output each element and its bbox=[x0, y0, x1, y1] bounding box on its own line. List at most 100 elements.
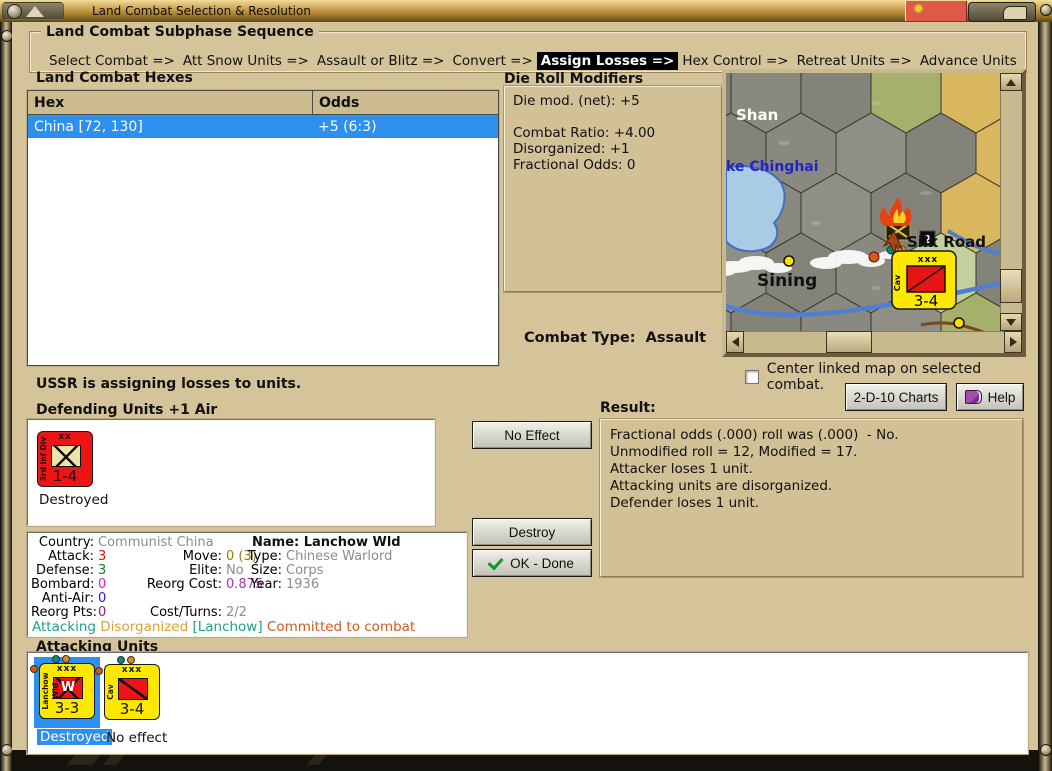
scroll-down-button[interactable] bbox=[1000, 313, 1022, 331]
col-hex[interactable]: Hex bbox=[28, 95, 312, 111]
help-button[interactable]: Help bbox=[956, 383, 1024, 411]
combat-type-value: Assault bbox=[645, 330, 707, 346]
hex-table-header: Hex Odds bbox=[28, 91, 498, 115]
map-label-silk-road: Silk Road bbox=[907, 233, 986, 251]
status-dot-rust bbox=[95, 667, 103, 675]
scroll-right-button[interactable] bbox=[1004, 331, 1022, 353]
result-panel: Fractional odds (.000) roll was (.000) -… bbox=[600, 419, 1023, 577]
help-book-icon bbox=[964, 390, 982, 404]
status-disorganized: Disorganized bbox=[100, 619, 189, 635]
map-canvas[interactable]: 2 xxx 3-4 Cav Shan ke Chinghai Sining Si… bbox=[726, 73, 1000, 331]
die-mod-line: Die mod. (net): +5 bbox=[513, 93, 640, 109]
phase-select-combat[interactable]: Select Combat => bbox=[45, 52, 179, 70]
result-line: Attacking units are disorganized. bbox=[610, 478, 833, 494]
screw-icon bbox=[7, 3, 22, 19]
destroy-button[interactable]: Destroy bbox=[472, 518, 592, 546]
country-label: Country: bbox=[38, 535, 94, 550]
map-horizontal-scrollbar[interactable] bbox=[726, 331, 1022, 353]
costturns-value: 2/2 bbox=[226, 605, 247, 620]
city-dot bbox=[953, 317, 965, 329]
unit-state-label: No effect bbox=[106, 730, 168, 746]
hex-table-title: Land Combat Hexes bbox=[36, 70, 193, 86]
defending-units-box: xx 1-4 3rd Inf Div Destroyed bbox=[27, 419, 435, 526]
screw-icon bbox=[1040, 744, 1052, 756]
phase-convert[interactable]: Convert => bbox=[448, 52, 536, 70]
screw-icon bbox=[1040, 4, 1052, 16]
antiair-label: Anti-Air: bbox=[41, 591, 94, 606]
combat-type-label: Combat Type: bbox=[524, 330, 636, 346]
status-dot-rust bbox=[30, 665, 38, 673]
attacking-units-box: xxx W 3-3 Lanchow Wld Destroyed xxx 3-4 … bbox=[27, 652, 1028, 754]
no-effect-label: No Effect bbox=[504, 427, 560, 443]
defense-label: Defense: bbox=[36, 563, 94, 578]
reorgpts-value: 0 bbox=[98, 605, 107, 620]
elite-label: Elite: bbox=[189, 563, 222, 578]
right-frame-rail bbox=[1038, 22, 1052, 771]
infantry-symbol bbox=[51, 445, 81, 467]
phase-hex-control[interactable]: Hex Control => bbox=[678, 52, 792, 70]
no-effect-button[interactable]: No Effect bbox=[472, 421, 592, 449]
unit-info-panel: Country: Communist China Attack: 3 Defense… bbox=[27, 532, 467, 637]
reorgcost-label: Reorg Cost: bbox=[146, 577, 222, 592]
costturns-label: Cost/Turns: bbox=[150, 605, 222, 620]
horizontal-scroll-thumb[interactable] bbox=[826, 331, 872, 353]
ok-done-label: OK - Done bbox=[510, 555, 574, 571]
destroy-label: Destroy bbox=[508, 524, 556, 540]
disorganized-line: Disorganized: +1 bbox=[513, 141, 630, 157]
unit-size: xxx bbox=[918, 255, 938, 265]
bombard-label: Bombard: bbox=[31, 577, 95, 592]
map-unit-counter[interactable]: xxx 3-4 Cav bbox=[891, 250, 957, 310]
phase-assault-or-blitz[interactable]: Assault or Blitz => bbox=[313, 52, 449, 70]
map-vertical-scrollbar[interactable] bbox=[1000, 73, 1022, 331]
city-dot-sining bbox=[783, 255, 795, 267]
window-title: Land Combat Selection & Resolution bbox=[92, 4, 311, 18]
help-button-label: Help bbox=[987, 389, 1016, 405]
table-row[interactable]: China [72, 130] +5 (6:3) bbox=[28, 115, 498, 138]
status-committed: Committed to combat bbox=[266, 619, 416, 635]
scroll-left-button[interactable] bbox=[726, 331, 744, 353]
subphase-list: Select Combat => Att Snow Units => Assau… bbox=[45, 52, 1017, 70]
phase-att-snow-units[interactable]: Att Snow Units => bbox=[179, 52, 313, 70]
country-value: Communist China bbox=[98, 535, 214, 550]
reorgpts-label: Reorg Pts: bbox=[31, 605, 97, 620]
year-label: Year: bbox=[250, 577, 282, 592]
lake-shape bbox=[726, 165, 786, 253]
year-value: 1936 bbox=[286, 577, 320, 592]
phase-advance-units[interactable]: Advance Units bbox=[916, 52, 1021, 70]
status-dot-teal bbox=[117, 656, 125, 664]
bombard-value: 0 bbox=[98, 577, 107, 592]
linked-map[interactable]: 2 xxx 3-4 Cav Shan ke Chinghai Sining Si… bbox=[722, 69, 1026, 357]
defense-value: 3 bbox=[98, 563, 107, 578]
window-menu-buttons[interactable] bbox=[2, 2, 64, 20]
name-label: Name: bbox=[252, 535, 300, 550]
result-line: Unmodified roll = 12, Modified = 17. bbox=[610, 444, 858, 460]
status-dot-orange bbox=[127, 656, 135, 664]
attacking-unit-counter-1[interactable]: xxx W 3-3 Lanchow Wld bbox=[39, 663, 95, 719]
phase-assign-losses[interactable]: Assign Losses => bbox=[536, 52, 679, 70]
left-frame-rail bbox=[0, 22, 12, 771]
ussr-flag bbox=[905, 1, 967, 21]
attacking-unit-counter-2[interactable]: xxx 3-4 Cav bbox=[104, 664, 160, 720]
scroll-up-button[interactable] bbox=[1000, 73, 1022, 91]
cavalry-symbol bbox=[118, 678, 148, 700]
combat-type: Combat Type: Assault bbox=[524, 330, 706, 346]
defending-unit-counter[interactable]: xx 1-4 3rd Inf Div bbox=[37, 431, 93, 487]
map-label-shan: Shan bbox=[736, 106, 778, 124]
name-value: Lanchow Wld bbox=[303, 535, 401, 550]
vertical-scroll-thumb[interactable] bbox=[1000, 269, 1022, 303]
col-odds[interactable]: Odds bbox=[312, 91, 498, 114]
check-icon bbox=[487, 553, 504, 570]
result-title: Result: bbox=[600, 400, 656, 416]
fractional-odds-line: Fractional Odds: 0 bbox=[513, 157, 636, 173]
odds-cell: +5 (6:3) bbox=[318, 118, 377, 135]
hex-table: Hex Odds China [72, 130] +5 (6:3) bbox=[27, 90, 499, 366]
phase-retreat-units[interactable]: Retreat Units => bbox=[793, 52, 916, 70]
center-map-checkbox[interactable] bbox=[745, 370, 759, 384]
charts-button[interactable]: 2-D-10 Charts bbox=[845, 383, 947, 411]
minimize-icon bbox=[1003, 6, 1027, 20]
unit-side-name: Cav bbox=[893, 274, 902, 291]
die-modifiers-panel: Die mod. (net): +5 Combat Ratio: +4.00 D… bbox=[504, 86, 722, 292]
result-line: Defender loses 1 unit. bbox=[610, 495, 760, 511]
window-control-buttons[interactable] bbox=[968, 2, 1036, 22]
ok-done-button[interactable]: OK - Done bbox=[472, 549, 592, 577]
